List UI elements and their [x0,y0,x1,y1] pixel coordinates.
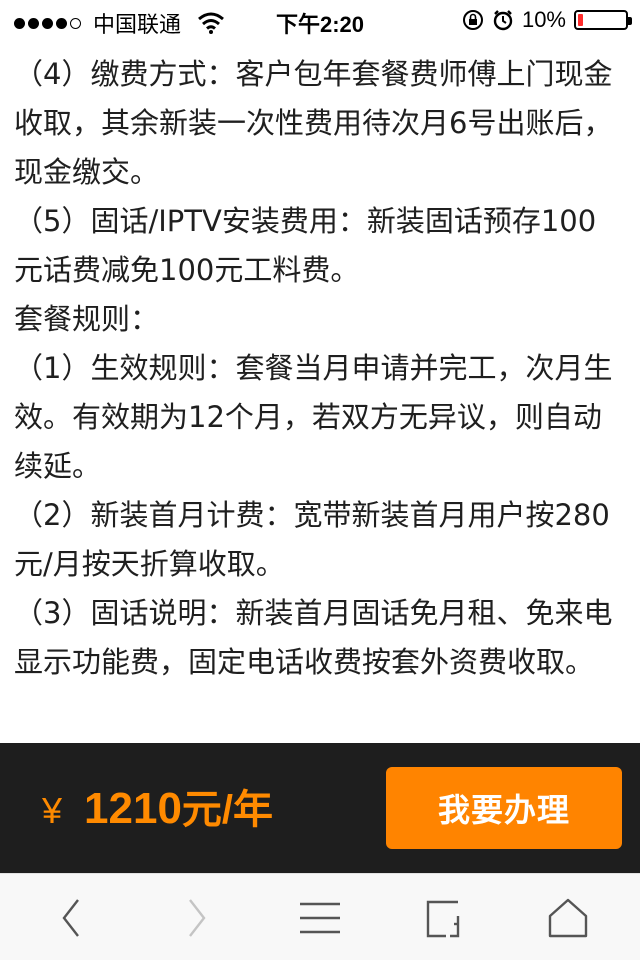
partial-line-text: 还无来相接入设备整套终端。 [14,40,391,50]
price-unit: 元/年 [181,788,274,832]
rule-paragraph-1: （1）生效规则：套餐当月申请并完工，次月生效。有效期为12个月，若双方无异议，则… [14,351,613,483]
alarm-icon [493,10,513,31]
back-icon[interactable] [48,894,96,942]
partial-text-line: 还无来相接入设备整套终端。 [14,40,614,50]
fee-paragraph-4: （4）缴费方式：客户包年套餐费师傅上门现金收取，其余新装一次性费用待次月6号出账… [14,57,613,189]
purchase-bar: ¥1210元/年 我要办理 [0,743,640,873]
rule-paragraph-2: （2）新装首月计费：宽带新装首月用户按280元/月按天折算收取。 [14,498,610,581]
rule-paragraph-3: （3）固话说明：新装首月固话免月租、免来电显示功能费，固定电话收费按套外资费收取… [14,596,613,679]
menu-icon[interactable] [296,894,344,942]
battery-level [578,14,583,26]
forward-icon[interactable] [172,894,220,942]
rules-heading: 套餐规则： [14,302,160,336]
home-icon[interactable] [544,894,592,942]
battery-icon [574,10,632,30]
fee-paragraph-5: （5）固话/IPTV安装费用：新装固话预存100元话费减免100元工料费。 [14,204,597,287]
tabs-icon[interactable] [420,894,468,942]
currency-symbol: ¥ [42,790,63,831]
status-bar: 中国联通 下午2:20 10% [0,0,640,40]
package-description: 还无来相接入设备整套终端。 （4）缴费方式：客户包年套餐费师傅上门现金收取，其余… [14,40,614,687]
rotation-lock-icon [462,10,483,30]
battery-cap [628,17,632,25]
status-right: 10% [462,7,632,33]
battery-percent: 10% [521,7,566,32]
apply-button[interactable]: 我要办理 [386,767,622,849]
browser-toolbar [0,873,640,960]
price-amount: 1210 [84,784,182,833]
price-display: ¥1210元/年 [42,779,273,841]
